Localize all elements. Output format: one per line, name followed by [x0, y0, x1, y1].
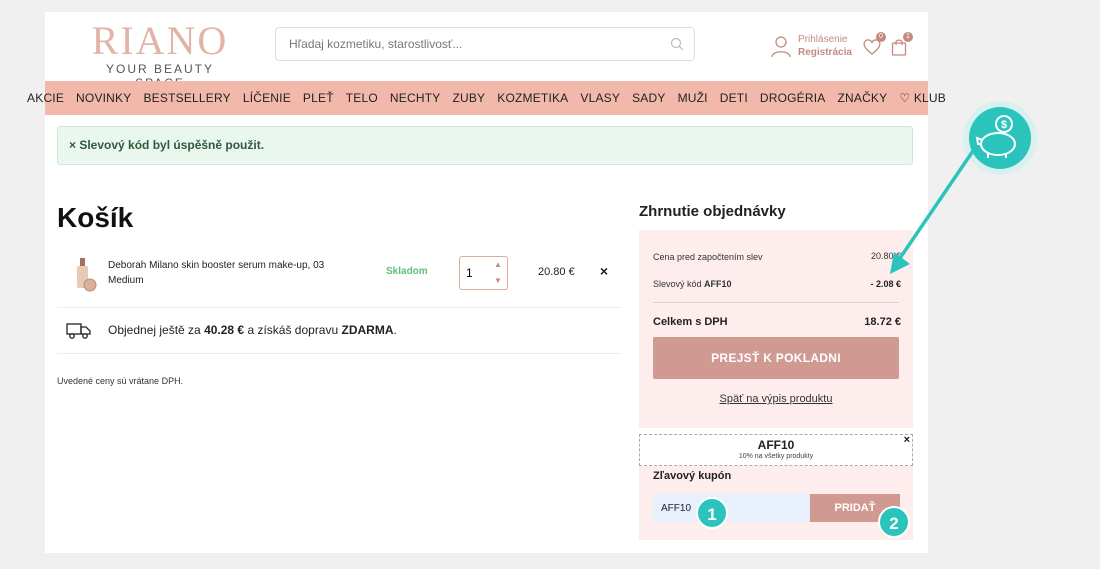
nav-item-klub[interactable]: ♡ KLUB	[899, 91, 946, 105]
callout-one: 1	[696, 497, 728, 529]
nav-item-nechty[interactable]: NECHTY	[390, 91, 441, 105]
nav-item-novinky[interactable]: NOVINKY	[76, 91, 131, 105]
item-price: 20.80 €	[538, 266, 575, 278]
subtotal-label: Cena pred započtením slev	[653, 252, 763, 262]
cart-count-badge: 1	[903, 32, 913, 42]
search-box	[275, 27, 695, 61]
free-shipping-notice: Objednej ještě za 40.28 € a získáš dopra…	[57, 308, 622, 354]
nav-item-plet[interactable]: PLEŤ	[303, 91, 334, 105]
shipping-free: ZDARMA	[341, 323, 394, 337]
discount-label-prefix: Slevový kód	[653, 279, 705, 289]
nav-item-akcie[interactable]: AKCIE	[27, 91, 64, 105]
discount-value: - 2.08 €	[870, 279, 901, 289]
total-label: Celkem s DPH	[653, 316, 728, 328]
product-thumbnail[interactable]	[71, 256, 101, 292]
nav-item-vlasy[interactable]: VLASY	[580, 91, 620, 105]
product-name[interactable]: Deborah Milano skin booster serum make-u…	[108, 258, 338, 288]
callout-two: 2	[878, 506, 910, 538]
quantity-input[interactable]	[466, 266, 490, 280]
page-title: Košík	[57, 202, 134, 233]
wishlist-button[interactable]: 0	[862, 32, 886, 56]
order-summary: Cena pred započtením slev 20.80 € Slevov…	[639, 230, 913, 428]
chevron-down-icon[interactable]: ▼	[493, 276, 503, 286]
search-icon[interactable]	[670, 37, 684, 51]
logo-main: RIANO	[91, 18, 229, 63]
nav-item-deti[interactable]: DETI	[720, 91, 748, 105]
logo[interactable]: RIANO YOUR BEAUTY SPACE	[80, 18, 240, 91]
coupon-title: Zľavový kupón	[653, 470, 732, 482]
page: RIANO YOUR BEAUTY SPACE Prihlásenie Regi…	[27, 12, 946, 553]
coupon-input[interactable]	[653, 494, 810, 522]
quantity-stepper: ▲ ▼	[459, 256, 508, 290]
nav-item-licenie[interactable]: LÍČENIE	[243, 91, 291, 105]
remove-coupon-button[interactable]: ×	[904, 434, 910, 446]
shipping-suffix: .	[393, 323, 397, 337]
coupon-form: Zľavový kupón PRIDAŤ	[639, 466, 913, 540]
nav-item-znacky[interactable]: ZNAČKY	[837, 91, 887, 105]
vat-note: Uvedené ceny sú vrátane DPH.	[57, 376, 184, 386]
account-links: Prihlásenie Registrácia	[798, 33, 852, 59]
chevron-up-icon[interactable]: ▲	[493, 260, 503, 270]
divider	[653, 302, 899, 303]
stock-status: Skladom	[386, 266, 428, 277]
cart-item-row: Deborah Milano skin booster serum make-u…	[57, 256, 622, 308]
success-alert[interactable]: × Slevový kód byl úspěšně použit.	[57, 126, 913, 165]
discount-label: Slevový kód AFF10	[653, 279, 732, 289]
user-icon[interactable]	[770, 34, 792, 58]
shipping-amount: 40.28 €	[204, 323, 245, 337]
pointer-arrow-icon	[890, 147, 977, 274]
register-link[interactable]: Registrácia	[798, 46, 852, 59]
truck-icon	[66, 323, 91, 339]
checkout-button[interactable]: PREJSŤ K POKLADNI	[653, 337, 899, 379]
cart-button[interactable]: 1	[891, 32, 913, 56]
login-link[interactable]: Prihlásenie	[798, 33, 852, 46]
back-to-products-link[interactable]: Späť na výpis produktu	[639, 393, 913, 405]
wishlist-count-badge: 0	[876, 32, 886, 42]
applied-coupon: AFF10 10% na všetky produkty ×	[639, 434, 913, 466]
total-value: 18.72 €	[864, 316, 901, 328]
svg-text:$: $	[1001, 119, 1007, 131]
nav-item-muzi[interactable]: MUŽI	[678, 91, 708, 105]
shipping-prefix: Objednej ještě za	[108, 323, 205, 337]
shipping-middle: a získáš dopravu	[244, 323, 342, 337]
nav-item-kozmetika[interactable]: KOZMETIKA	[497, 91, 568, 105]
remove-item-button[interactable]: ×	[597, 263, 611, 279]
nav-item-telo[interactable]: TELO	[346, 91, 378, 105]
search-input[interactable]	[276, 28, 656, 60]
applied-coupon-code: AFF10	[757, 438, 795, 452]
nav-item-zuby[interactable]: ZUBY	[452, 91, 485, 105]
shipping-text: Objednej ještě za 40.28 € a získáš dopra…	[108, 323, 397, 337]
main-nav: AKCIE NOVINKY BESTSELLERY LÍČENIE PLEŤ T…	[27, 81, 946, 115]
account-area: Prihlásenie Registrácia	[770, 33, 852, 59]
nav-item-sady[interactable]: SADY	[632, 91, 665, 105]
nav-item-bestsellery[interactable]: BESTSELLERY	[143, 91, 230, 105]
applied-coupon-description: 10% na všetky produkty	[738, 453, 814, 460]
summary-title: Zhrnutie objednávky	[639, 203, 786, 220]
discount-code: AFF10	[704, 279, 732, 289]
nav-item-drogeria[interactable]: DROGÉRIA	[760, 91, 826, 105]
